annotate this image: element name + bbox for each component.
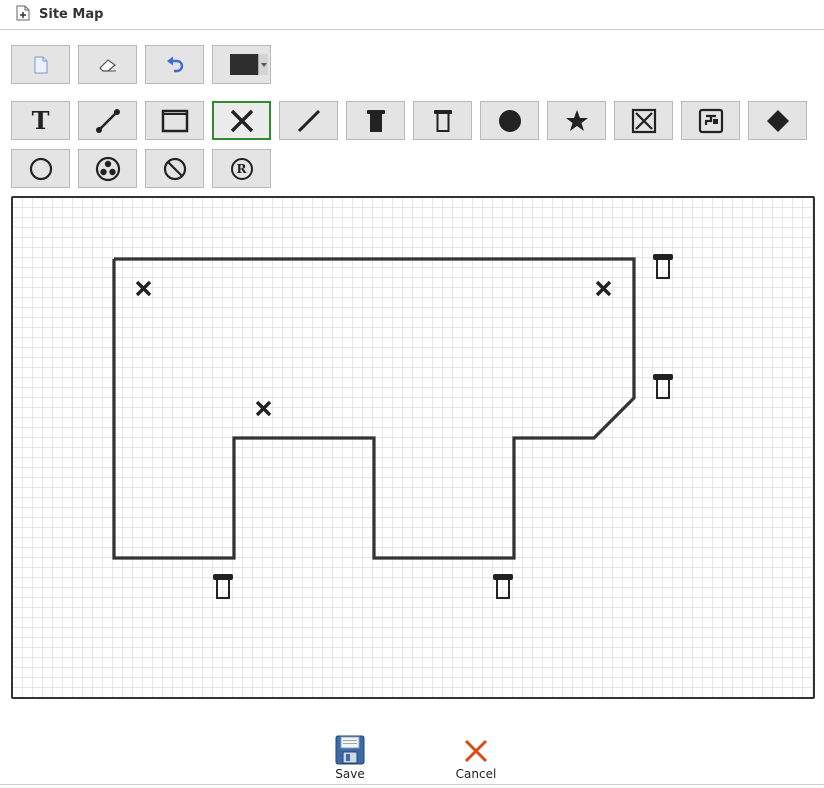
box-x-icon (631, 108, 656, 133)
cancel-icon (464, 739, 488, 763)
eraser-icon (98, 58, 116, 72)
site-outline[interactable] (112, 257, 636, 560)
triple-circle-icon (95, 156, 120, 181)
registered-tool[interactable]: R (212, 149, 271, 188)
x-marker-tool[interactable] (212, 101, 271, 140)
faucet-icon (698, 108, 723, 133)
site-map-drawing (112, 254, 673, 599)
new-page-icon (34, 56, 47, 73)
post-marker[interactable] (653, 374, 673, 399)
window-title: Site Map (39, 7, 104, 22)
drawing-canvas[interactable] (11, 196, 815, 699)
post-outline-tool[interactable] (413, 101, 472, 140)
registered-icon: R (230, 157, 253, 180)
faucet-tool[interactable] (681, 101, 740, 140)
line-segment-icon (95, 108, 120, 133)
post-marker[interactable] (493, 574, 513, 599)
post-filled-tool[interactable] (346, 101, 405, 140)
filled-circle-icon (498, 109, 521, 132)
save-button[interactable]: Save (325, 735, 375, 781)
title-bar: Site Map (0, 0, 824, 30)
dropdown-arrow-icon (258, 54, 268, 75)
circle-filled-tool[interactable] (480, 101, 539, 140)
prohibited-tool[interactable] (145, 149, 204, 188)
post-outline-icon (433, 109, 452, 132)
post-marker[interactable] (213, 574, 233, 599)
color-picker[interactable] (212, 45, 271, 84)
x-marker-icon (230, 109, 253, 132)
color-swatch (230, 54, 258, 75)
circle-outline-tool[interactable] (11, 149, 70, 188)
rectangle-tool[interactable] (145, 101, 204, 140)
line-tool[interactable] (78, 101, 137, 140)
star-icon (565, 109, 588, 131)
diagonal-line-tool[interactable] (279, 101, 338, 140)
star-tool[interactable] (547, 101, 606, 140)
circle-outline-icon (29, 157, 52, 180)
prohibited-icon (163, 157, 186, 180)
triple-circle-tool[interactable] (78, 149, 137, 188)
diamond-icon (766, 109, 789, 132)
undo-icon (166, 56, 183, 72)
text-tool[interactable]: T (11, 101, 70, 140)
box-x-tool[interactable] (614, 101, 673, 140)
x-marker[interactable] (255, 400, 272, 417)
diamond-tool[interactable] (748, 101, 807, 140)
add-page-icon (16, 5, 30, 21)
post-marker[interactable] (653, 254, 673, 279)
rectangle-icon (161, 109, 188, 132)
save-label: Save (335, 767, 365, 781)
cancel-label: Cancel (455, 767, 497, 781)
x-marker[interactable] (595, 280, 612, 297)
undo-button[interactable] (145, 45, 204, 84)
footer-divider (0, 784, 824, 785)
save-icon (335, 735, 365, 765)
new-page-button[interactable] (11, 45, 70, 84)
post-filled-icon (366, 109, 385, 132)
x-marker[interactable] (135, 280, 152, 297)
eraser-button[interactable] (78, 45, 137, 84)
cancel-button[interactable]: Cancel (449, 737, 503, 781)
diagonal-line-icon (297, 109, 320, 132)
text-icon: T (31, 106, 50, 135)
